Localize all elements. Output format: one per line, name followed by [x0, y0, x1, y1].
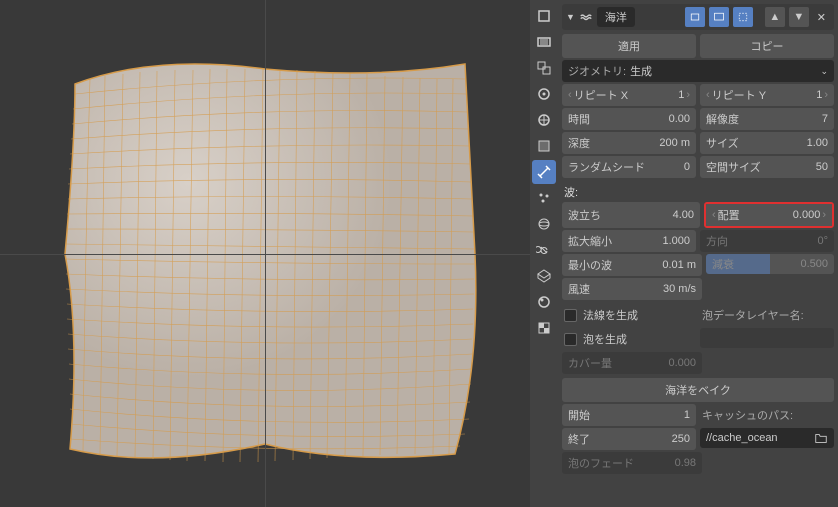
tab-constraints-icon[interactable] [532, 238, 556, 262]
foam-layer-label: 泡データレイヤー名: [700, 304, 834, 326]
tab-object-icon[interactable] [532, 134, 556, 158]
modifier-name[interactable]: 海洋 [597, 7, 635, 27]
axis-y [265, 0, 266, 507]
tab-particles-icon[interactable] [532, 186, 556, 210]
resolution-field[interactable]: 解像度7 [700, 108, 834, 130]
checkbox-icon [564, 309, 577, 322]
choppiness-field[interactable]: 波立ち4.00 [562, 202, 700, 228]
depth-field[interactable]: 深度200 m [562, 132, 696, 154]
cache-path-label: キャッシュのパス: [700, 404, 834, 426]
chevron-down-icon: ⌄ [820, 66, 828, 77]
damping-field: 減衰0.500 [706, 254, 834, 274]
display-render-icon[interactable] [685, 7, 705, 27]
direction-field: 方向0° [700, 230, 834, 252]
alignment-field[interactable]: 配置0.000 [706, 204, 832, 226]
foam-fade-field: 泡のフェード0.98 [562, 452, 702, 474]
tab-output-icon[interactable] [532, 30, 556, 54]
generate-normals-checkbox[interactable]: 法線を生成 [562, 304, 696, 326]
bake-ocean-button[interactable]: 海洋をベイク [562, 378, 834, 402]
expand-icon[interactable]: ▼ [566, 12, 575, 22]
move-up-button[interactable]: ▲ [765, 7, 785, 27]
geometry-label: ジオメトリ: [568, 63, 626, 79]
spatial-size-field[interactable]: 空間サイズ50 [700, 156, 834, 178]
move-down-button[interactable]: ▼ [789, 7, 809, 27]
delete-modifier-button[interactable]: ✕ [813, 11, 830, 24]
tab-viewlayer-icon[interactable] [532, 56, 556, 80]
waves-section-label: 波: [562, 180, 834, 202]
checkbox-icon [564, 333, 577, 346]
coverage-field: カバー量0.000 [562, 352, 702, 374]
tab-scene-icon[interactable] [532, 82, 556, 106]
display-viewport-icon[interactable] [709, 7, 729, 27]
repeat-x-field[interactable]: リピート X1 [562, 84, 696, 106]
cache-path-field[interactable]: //cache_ocean [700, 428, 834, 448]
time-field[interactable]: 時間0.00 [562, 108, 696, 130]
modifier-header: ▼ 海洋 ▲ ▼ ✕ [562, 4, 834, 30]
foam-layer-field[interactable] [700, 328, 834, 348]
tab-physics-icon[interactable] [532, 212, 556, 236]
scale-field[interactable]: 拡大縮小1.000 [562, 230, 696, 252]
random-seed-field[interactable]: ランダムシード0 [562, 156, 696, 178]
ocean-icon [579, 9, 593, 26]
apply-button[interactable]: 適用 [562, 34, 696, 58]
viewport-3d[interactable] [0, 0, 530, 507]
size-field[interactable]: サイズ1.00 [700, 132, 834, 154]
tab-render-icon[interactable] [532, 4, 556, 28]
tab-modifier-icon[interactable] [532, 160, 556, 184]
folder-icon[interactable] [814, 431, 828, 445]
tab-data-icon[interactable] [532, 264, 556, 288]
wind-velocity-field[interactable]: 風速30 m/s [562, 278, 702, 300]
display-editmode-icon[interactable] [733, 7, 753, 27]
smallest-wave-field[interactable]: 最小の波0.01 m [562, 254, 702, 276]
properties-tabs [530, 0, 558, 507]
tab-texture-icon[interactable] [532, 316, 556, 340]
tab-material-icon[interactable] [532, 290, 556, 314]
modifier-panel: ▼ 海洋 ▲ ▼ ✕ 適用 コピー ジオメトリ: 生成 ⌄ リピート X1 リピ… [558, 0, 838, 507]
tab-world-icon[interactable] [532, 108, 556, 132]
geometry-dropdown[interactable]: ジオメトリ: 生成 ⌄ [562, 60, 834, 82]
frame-end-field[interactable]: 終了250 [562, 428, 696, 450]
copy-button[interactable]: コピー [700, 34, 834, 58]
frame-start-field[interactable]: 開始1 [562, 404, 696, 426]
repeat-y-field[interactable]: リピート Y1 [700, 84, 834, 106]
generate-foam-checkbox[interactable]: 泡を生成 [562, 328, 696, 350]
geometry-value: 生成 [630, 63, 820, 79]
